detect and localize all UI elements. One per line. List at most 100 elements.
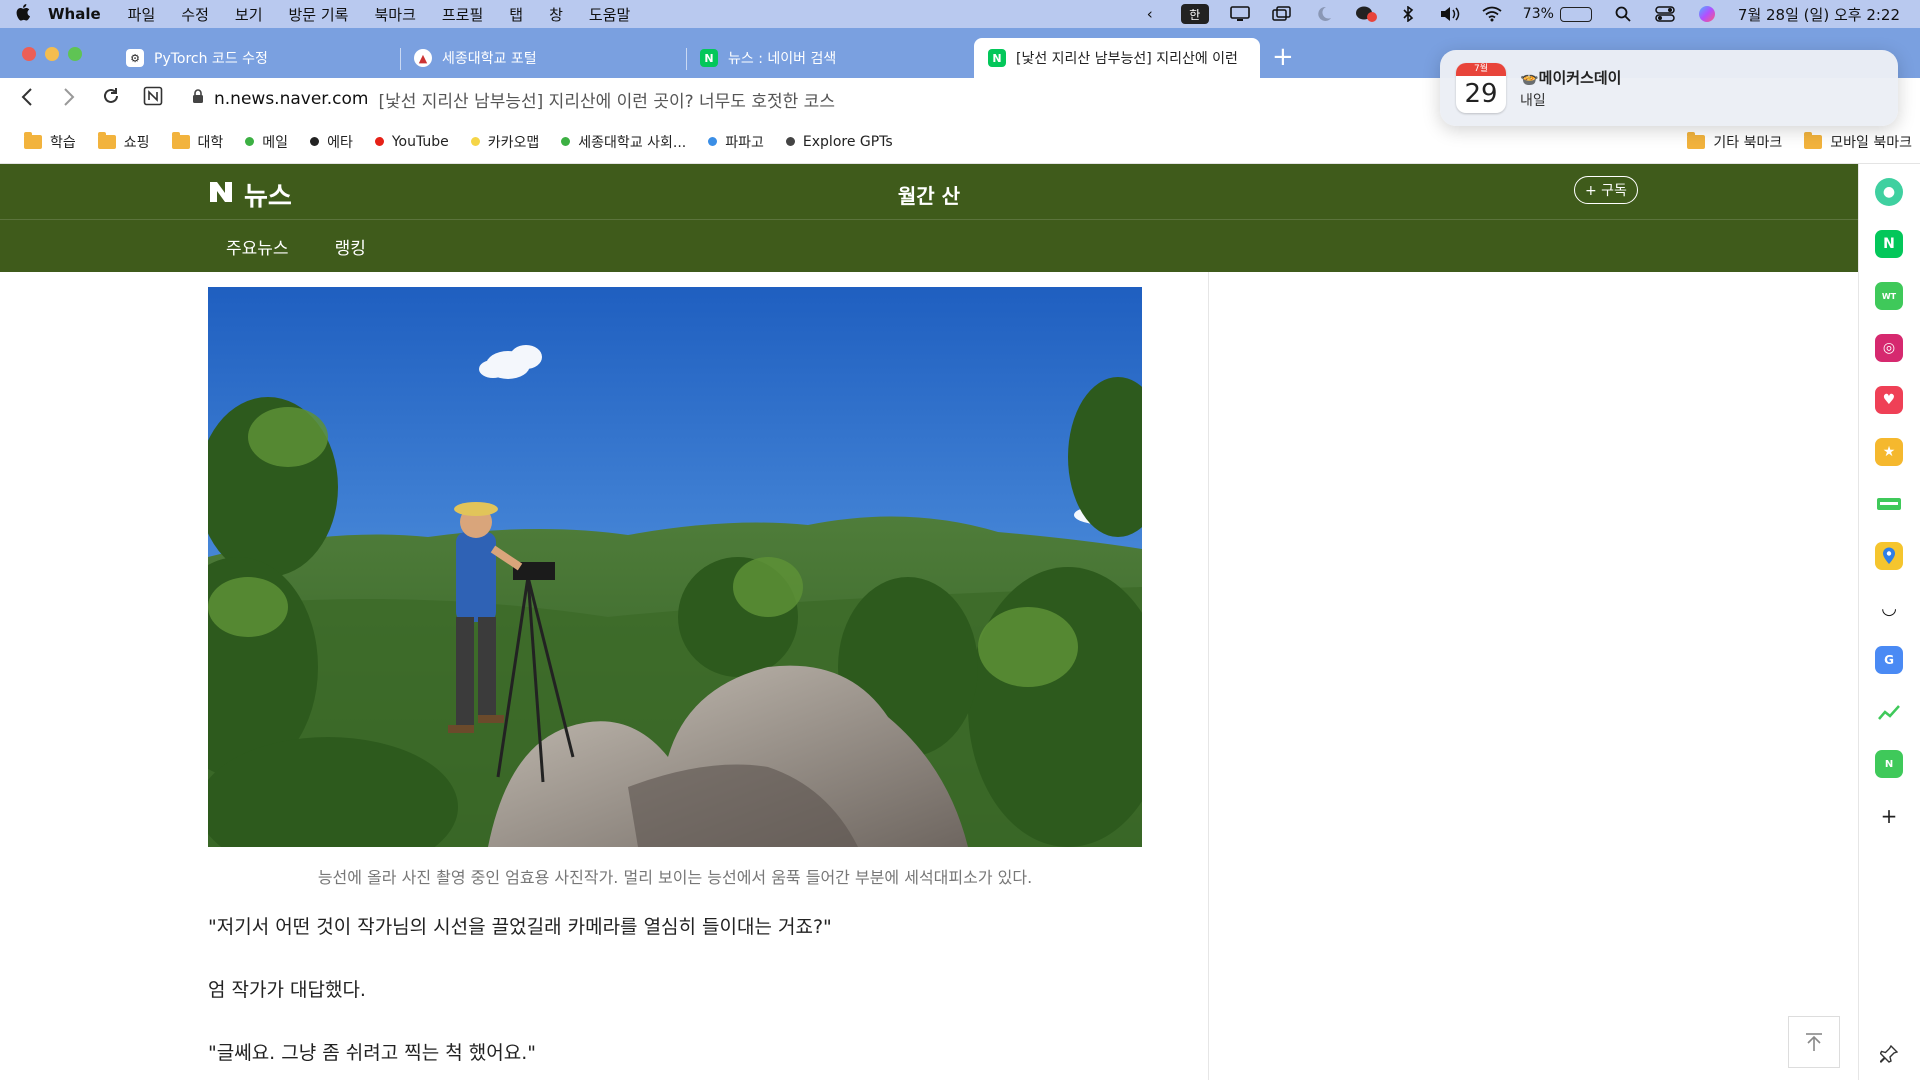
bookmark-label: 대학	[197, 134, 224, 151]
macos-menubar: Whale 파일 수정 보기 방문 기록 북마크 프로필 탭 창 도움말 ‹ 한	[0, 0, 1920, 28]
input-method-indicator[interactable]: 한	[1180, 4, 1209, 24]
bookmark-mail[interactable]: 메일	[245, 132, 288, 152]
instagram-icon[interactable]: ◎	[1875, 334, 1903, 362]
control-center-icon[interactable]	[1654, 6, 1676, 22]
column-divider	[1208, 272, 1209, 1080]
menu-window[interactable]: 창	[549, 4, 563, 25]
pocket-icon[interactable]: ♥	[1875, 386, 1903, 414]
chatgpt-icon: ⚙	[126, 49, 144, 67]
article-paragraph: "저기서 어떤 것이 작가님의 시선을 끌었길래 카메라를 열심히 들이대는 거…	[208, 916, 832, 938]
article-body: 능선에 올라 사진 촬영 중인 엄효용 사진작가. 멀리 보이는 능선에서 움푹…	[0, 272, 1208, 1080]
nav-ranking[interactable]: 랭킹	[335, 234, 366, 259]
wifi-icon[interactable]	[1481, 6, 1503, 22]
folder-icon	[24, 131, 42, 149]
photo-caption: 능선에 올라 사진 촬영 중인 엄효용 사진작가. 멀리 보이는 능선에서 움푹…	[317, 868, 1033, 887]
volume-icon[interactable]	[1439, 6, 1461, 22]
menu-edit[interactable]: 수정	[181, 4, 209, 25]
menu-tab[interactable]: 탭	[509, 4, 523, 25]
add-sidebar-app-icon[interactable]: +	[1875, 802, 1903, 830]
bookmark-label: 에타	[327, 134, 353, 151]
battery-status[interactable]: 73%	[1523, 6, 1592, 22]
article-paragraph: 엄 작가가 대답했다.	[208, 979, 366, 1001]
tab-naver-search[interactable]: N 뉴스 : 네이버 검색	[686, 38, 972, 78]
calendar-month: 7월	[1456, 63, 1506, 76]
mail-icon	[245, 137, 255, 146]
zoom-window-button[interactable]	[68, 47, 82, 61]
tab-sejong-portal[interactable]: ▲ 세종대학교 포털	[400, 38, 686, 78]
minimize-window-button[interactable]	[45, 47, 59, 61]
bookmark-label: 세종대학교 사회...	[578, 134, 687, 151]
chevron-left-icon[interactable]: ‹	[1139, 5, 1161, 23]
apple-icon[interactable]	[0, 3, 48, 26]
bookmark-folder-other[interactable]: 기타 북마크	[1687, 131, 1782, 152]
naver-shopping-icon[interactable]: N	[1875, 750, 1903, 778]
bookmark-folder-study[interactable]: 학습	[24, 131, 76, 152]
menu-help[interactable]: 도움말	[589, 4, 630, 25]
new-tab-button[interactable]: +	[1272, 42, 1294, 72]
bookmark-label: 모바일 북마크	[1830, 134, 1912, 151]
lock-icon	[192, 89, 204, 109]
bookmark-everytime[interactable]: 에타	[310, 132, 353, 152]
bookmark-folder-mobile[interactable]: 모바일 북마크	[1804, 131, 1912, 152]
menu-history[interactable]: 방문 기록	[289, 4, 349, 25]
siri-icon[interactable]	[1696, 6, 1718, 22]
bookmark-kakaomap[interactable]: 카카오맵	[470, 132, 540, 152]
forward-button[interactable]	[48, 87, 90, 112]
bookmark-label: YouTube	[391, 133, 449, 150]
notification-subtitle: 내일	[1520, 92, 1546, 109]
naver-icon[interactable]: N	[1875, 230, 1903, 258]
moon-icon[interactable]	[1313, 6, 1335, 22]
tab-title: 세종대학교 포털	[442, 51, 537, 67]
window-controls	[22, 47, 82, 61]
calendar-notification[interactable]: 7월 29 🍲메이커스데이 내일	[1440, 50, 1898, 126]
url-field[interactable]: n.news.naver.com [낯선 지리산 남부능선] 지리산에 이런 곳…	[192, 87, 835, 112]
clock[interactable]: 7월 28일 (일) 오후 2:22	[1738, 4, 1900, 25]
article-photo	[208, 287, 1142, 847]
bookmark-folder-shopping[interactable]: 쇼핑	[97, 131, 150, 152]
bookmark-papago[interactable]: 파파고	[708, 132, 764, 152]
whale-space-icon[interactable]: ●	[1875, 178, 1903, 206]
nav-main-news[interactable]: 주요뉴스	[226, 234, 289, 259]
wallet-icon[interactable]	[1875, 490, 1903, 518]
bluetooth-icon[interactable]	[1397, 6, 1419, 22]
window-switch-icon[interactable]	[1271, 6, 1293, 22]
tab-pytorch[interactable]: ⚙ PyTorch 코드 수정	[112, 38, 398, 78]
bookmark-sejong-social[interactable]: 세종대학교 사회...	[561, 132, 686, 152]
home-naver-button[interactable]	[132, 86, 174, 112]
url-host: n.news.naver.com	[214, 89, 369, 109]
calendar-icon: 7월 29	[1456, 63, 1506, 113]
tab-article-active[interactable]: N [낯선 지리산 남부능선] 지리산에 이런	[974, 38, 1260, 78]
translate-icon[interactable]: G	[1875, 646, 1903, 674]
everytime-icon	[310, 137, 320, 146]
folder-icon	[97, 131, 116, 149]
folder-icon	[1687, 131, 1706, 149]
map-pin-icon[interactable]	[1875, 542, 1903, 570]
scroll-to-top-button[interactable]	[1788, 1016, 1840, 1068]
subscribe-button[interactable]: + 구독	[1574, 176, 1638, 204]
menu-view[interactable]: 보기	[235, 4, 263, 25]
bookmark-youtube[interactable]: YouTube	[374, 133, 449, 150]
pin-icon[interactable]	[1875, 1040, 1903, 1068]
smile-icon[interactable]: ◡	[1875, 594, 1903, 622]
favorites-star-icon[interactable]: ★	[1875, 438, 1903, 466]
reload-button[interactable]	[90, 86, 132, 112]
bookmark-folder-university[interactable]: 대학	[171, 131, 224, 152]
menu-bookmarks[interactable]: 북마크	[374, 4, 415, 25]
back-button[interactable]	[6, 87, 48, 112]
close-window-button[interactable]	[22, 47, 36, 61]
url-page-title: [낯선 지리산 남부능선] 지리산에 이런 곳이? 너무도 호젓한 코스	[378, 91, 835, 112]
app-name[interactable]: Whale	[48, 5, 101, 23]
stock-chart-icon[interactable]	[1875, 698, 1903, 726]
menu-file[interactable]: 파일	[128, 4, 156, 25]
messenger-icon[interactable]	[1355, 6, 1377, 22]
spotlight-search-icon[interactable]	[1612, 6, 1634, 22]
whale-sidebar: ● N WT ◎ ♥ ★ ◡ G N +	[1858, 164, 1920, 1080]
bookmark-explore-gpts[interactable]: Explore GPTs	[785, 134, 893, 150]
tab-title: PyTorch 코드 수정	[154, 51, 268, 67]
display-icon[interactable]	[1229, 6, 1251, 22]
bookmark-label: 파파고	[725, 134, 764, 151]
menu-profile[interactable]: 프로필	[442, 4, 483, 25]
bookmark-label: 카카오맵	[487, 134, 540, 151]
webtoon-icon[interactable]: WT	[1875, 282, 1903, 310]
folder-icon	[1804, 131, 1823, 149]
